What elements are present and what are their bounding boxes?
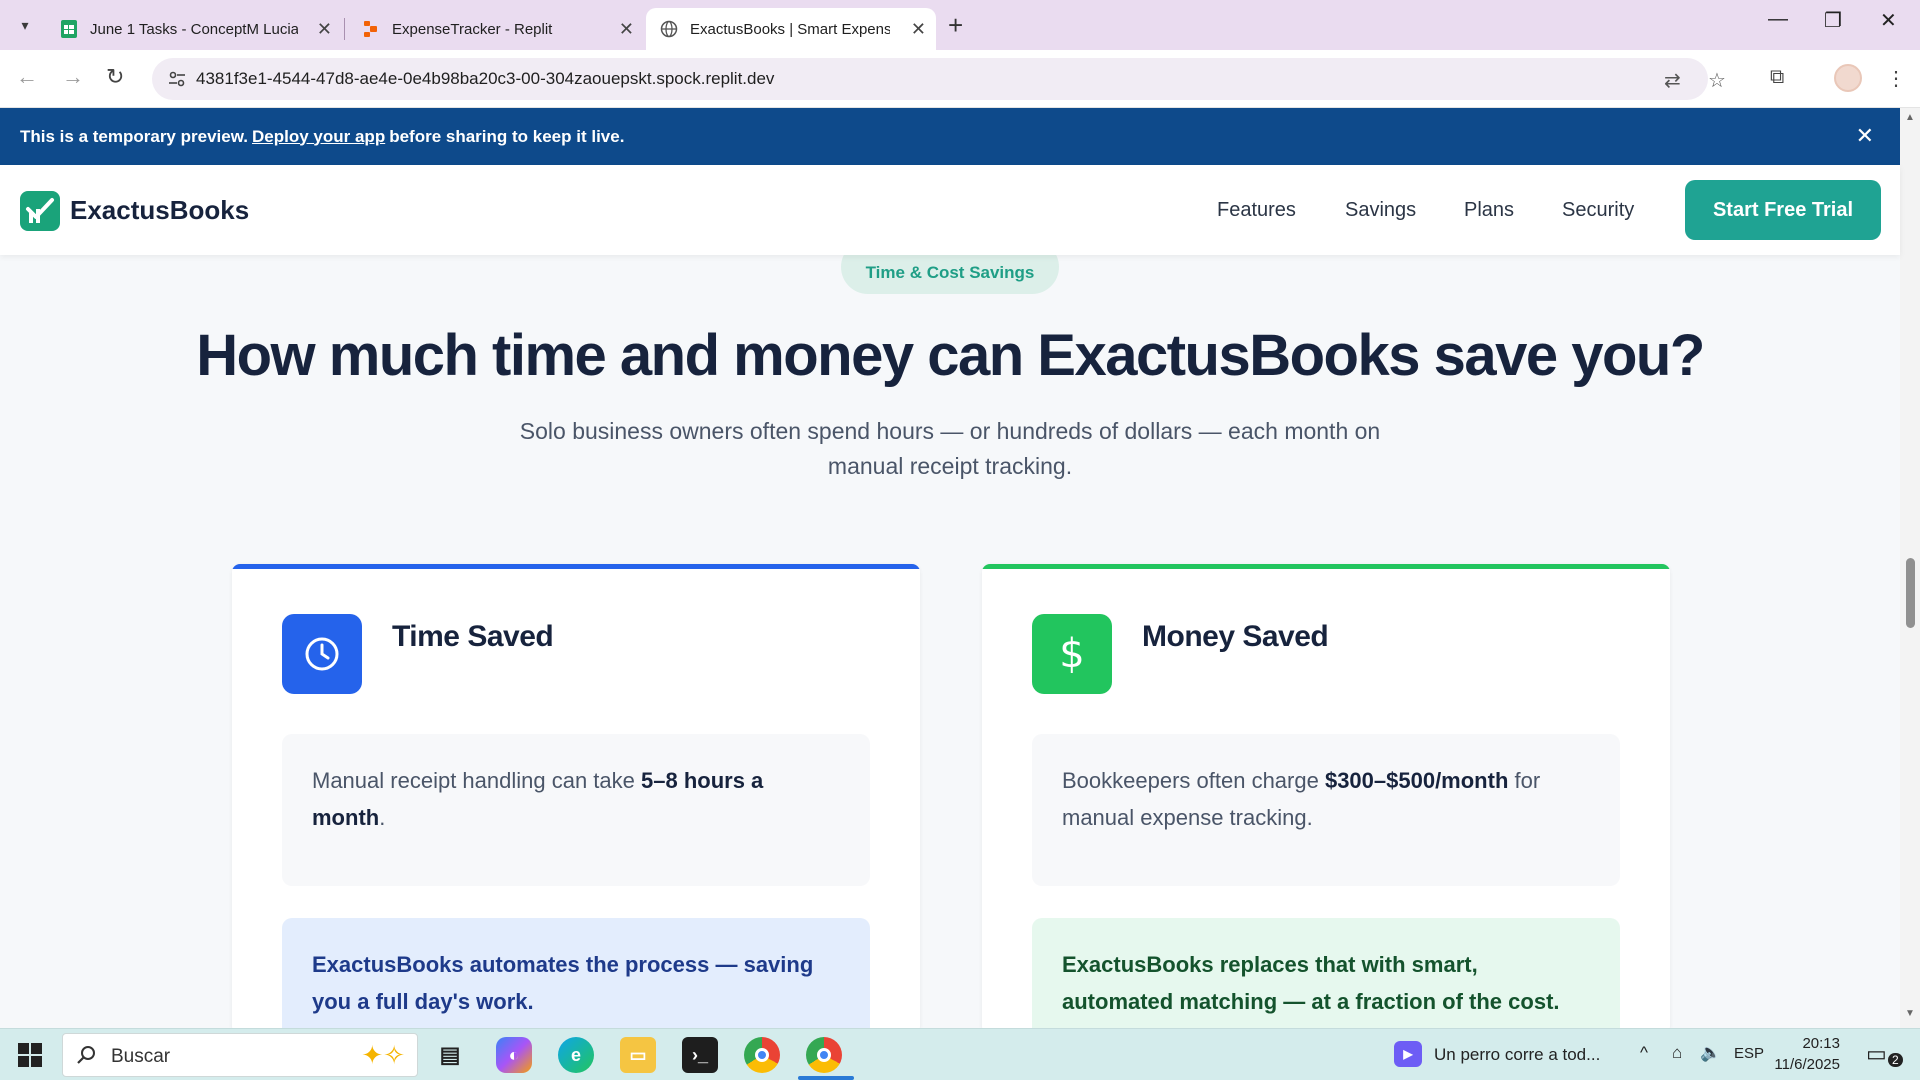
restore-icon[interactable]: ❐: [1824, 8, 1842, 33]
profile-avatar[interactable]: [1834, 64, 1862, 92]
sheets-icon: [61, 20, 77, 38]
close-icon[interactable]: ✕: [911, 19, 926, 40]
card-title: Time Saved: [392, 620, 554, 653]
terminal-icon[interactable]: ›_: [682, 1037, 718, 1073]
deploy-app-link[interactable]: Deploy your app: [252, 127, 385, 147]
tab-title: June 1 Tasks - ConceptM Lucia: [90, 20, 298, 38]
close-icon[interactable]: ✕: [317, 19, 332, 40]
back-arrow-icon[interactable]: ←: [16, 64, 38, 90]
windows-taskbar: Buscar ✦✧ ▤ ◐ e ▭ ›_ ▶ Un perro corre a …: [0, 1028, 1920, 1080]
card-info-box: Bookkeepers often charge $300–$500/month…: [1032, 734, 1620, 886]
tab-sheets[interactable]: June 1 Tasks - ConceptM Lucia ✕: [46, 8, 342, 50]
money-saved-card: $ Money Saved Bookkeepers often charge $…: [982, 564, 1670, 1034]
tab-title: ExactusBooks | Smart Expense T: [690, 20, 890, 38]
bookmark-star-icon[interactable]: ☆: [1708, 68, 1726, 93]
system-clock[interactable]: 20:13 11/6/2025: [1760, 1033, 1840, 1075]
close-icon[interactable]: ✕: [619, 19, 634, 40]
logo-icon[interactable]: [20, 191, 60, 231]
file-explorer-icon[interactable]: ▭: [620, 1037, 656, 1073]
search-icon: [77, 1046, 95, 1064]
info-highlight: $300–$500/month: [1324, 768, 1509, 793]
brand-name[interactable]: ExactusBooks: [70, 195, 249, 226]
tab-replit[interactable]: ExpenseTracker - Replit ✕: [348, 8, 644, 50]
chrome-profile-icon[interactable]: [806, 1037, 842, 1073]
info-text: Manual receipt handling can take: [312, 768, 641, 793]
task-view-icon[interactable]: ▤: [432, 1037, 468, 1073]
site-header: ExactusBooks Features Savings Plans Secu…: [0, 165, 1900, 255]
clock-time: 20:13: [1802, 1035, 1840, 1052]
tab-search-button[interactable]: ▾: [12, 12, 38, 38]
time-saved-card: Time Saved Manual receipt handling can t…: [232, 564, 920, 1034]
close-icon[interactable]: ✕: [1856, 123, 1874, 149]
tab-title: ExpenseTracker - Replit: [392, 20, 553, 38]
page-subtitle: Solo business owners often spend hours —…: [519, 418, 1381, 479]
media-play-icon[interactable]: ▶: [1394, 1041, 1422, 1067]
scroll-up-icon[interactable]: ▲: [1905, 112, 1915, 123]
active-app-indicator: [798, 1076, 854, 1080]
windows-start-icon[interactable]: [18, 1043, 42, 1067]
nav-features[interactable]: Features: [1217, 199, 1296, 222]
dollar-icon: $: [1032, 614, 1112, 694]
info-text-end: .: [379, 805, 386, 830]
card-info-box: Manual receipt handling can take 5–8 hou…: [282, 734, 870, 886]
search-placeholder: Buscar: [111, 1046, 171, 1067]
chevron-up-icon[interactable]: ^: [1640, 1043, 1648, 1063]
scroll-down-icon[interactable]: ▼: [1905, 1008, 1915, 1019]
notification-badge: 2: [1888, 1053, 1903, 1067]
scroll-thumb[interactable]: [1906, 558, 1915, 628]
banner-suffix: before sharing to keep it live.: [389, 126, 625, 146]
extensions-icon[interactable]: ⧉: [1770, 66, 1784, 89]
taskbar-search-input[interactable]: Buscar ✦✧: [62, 1033, 418, 1077]
start-free-trial-button[interactable]: Start Free Trial: [1685, 180, 1881, 240]
minimize-icon[interactable]: —: [1768, 8, 1788, 31]
clock-icon: [282, 614, 362, 694]
translate-icon[interactable]: ⇄: [1664, 68, 1681, 93]
site-info-icon[interactable]: [166, 68, 188, 90]
globe-icon: [660, 20, 678, 38]
nav-security[interactable]: Security: [1562, 199, 1634, 222]
chrome-icon[interactable]: [744, 1037, 780, 1073]
nav-plans[interactable]: Plans: [1464, 199, 1514, 222]
media-title[interactable]: Un perro corre a tod...: [1434, 1045, 1600, 1065]
replit-icon: [364, 21, 377, 37]
reload-icon[interactable]: ↻: [106, 64, 124, 90]
notification-icon[interactable]: ▭: [1866, 1041, 1887, 1067]
nav-savings[interactable]: Savings: [1345, 199, 1416, 222]
card-title: Money Saved: [1142, 620, 1329, 653]
card-highlight-box: ExactusBooks automates the process — sav…: [282, 918, 870, 1034]
menu-dots-icon[interactable]: ⋮: [1886, 66, 1906, 91]
url-text: 4381f3e1-4544-47d8-ae4e-0e4b98ba20c3-00-…: [196, 69, 775, 88]
tab-exactusbooks[interactable]: ExactusBooks | Smart Expense T ✕: [646, 8, 936, 50]
clock-date: 11/6/2025: [1774, 1056, 1840, 1073]
tab-strip: ▾ June 1 Tasks - ConceptM Lucia ✕ Expens…: [0, 0, 1920, 50]
forward-arrow-icon[interactable]: →: [62, 64, 84, 90]
sparkle-icon: ✦✧: [361, 1040, 405, 1070]
card-highlight-box: ExactusBooks replaces that with smart, a…: [1032, 918, 1620, 1034]
new-tab-button[interactable]: +: [948, 10, 963, 41]
page-scrollbar[interactable]: ▲ ▼: [1900, 108, 1920, 1028]
info-text: Bookkeepers often charge: [1062, 768, 1325, 793]
preview-banner: This is a temporary preview. Deploy your…: [0, 108, 1900, 165]
tab-divider: [344, 18, 345, 40]
edge-icon[interactable]: e: [558, 1037, 594, 1073]
network-icon[interactable]: ⌂: [1672, 1043, 1682, 1063]
browser-toolbar: ← → ↻ 4381f3e1-4544-47d8-ae4e-0e4b98ba20…: [0, 50, 1920, 108]
copilot-icon[interactable]: ◐: [496, 1037, 532, 1073]
window-close-icon[interactable]: ✕: [1880, 8, 1897, 33]
card-accent-bar: [232, 564, 920, 569]
volume-icon[interactable]: 🔈: [1700, 1043, 1721, 1063]
address-bar[interactable]: 4381f3e1-4544-47d8-ae4e-0e4b98ba20c3-00-…: [152, 58, 1726, 100]
banner-prefix: This is a temporary preview.: [20, 126, 249, 146]
card-accent-bar: [982, 564, 1670, 569]
page-title: How much time and money can ExactusBooks…: [196, 323, 1705, 388]
